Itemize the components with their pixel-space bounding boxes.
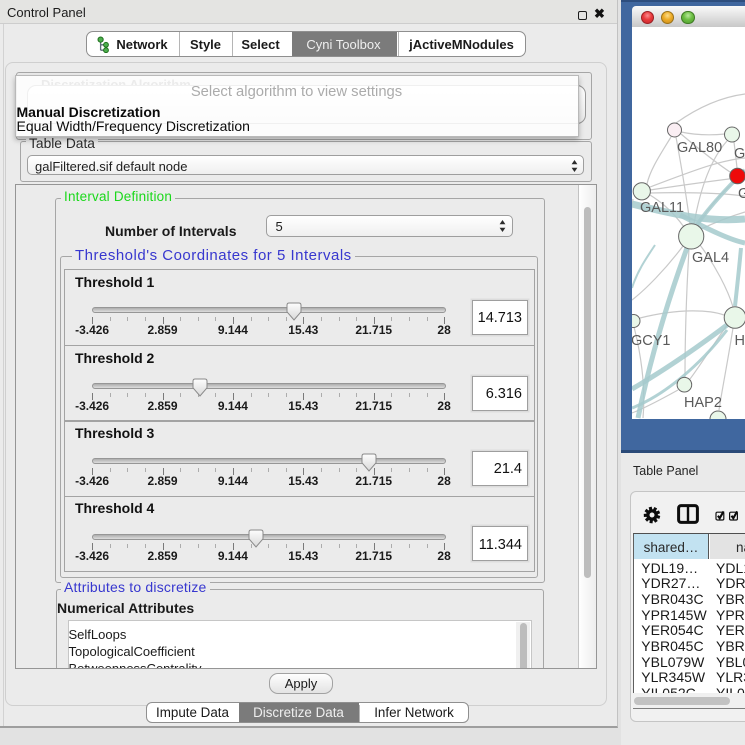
svg-text:GA: GA: [734, 146, 745, 162]
svg-text:G: G: [738, 186, 745, 202]
svg-text:GCY1: GCY1: [632, 333, 671, 349]
svg-text:HAP2: HAP2: [684, 395, 722, 411]
svg-text:GAL4: GAL4: [692, 250, 729, 266]
svg-text:GAL11: GAL11: [640, 200, 684, 216]
svg-text:GAL80: GAL80: [677, 140, 722, 156]
svg-text:H: H: [735, 333, 745, 349]
